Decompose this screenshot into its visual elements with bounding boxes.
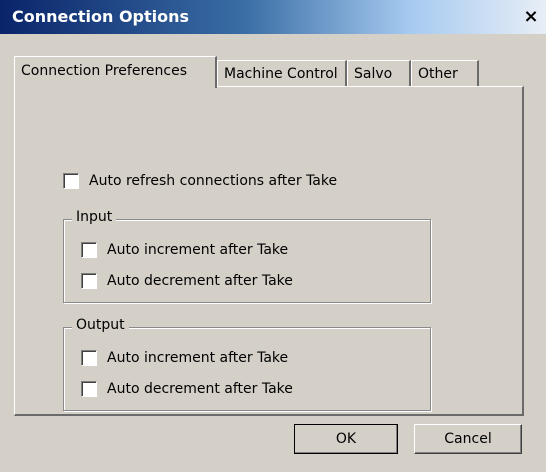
cancel-button[interactable]: Cancel (414, 424, 522, 454)
cancel-button-label: Cancel (444, 431, 492, 447)
tab-machine-control[interactable]: Machine Control (217, 60, 347, 86)
input-auto-increment-checkbox[interactable] (81, 242, 97, 258)
tab-label: Connection Preferences (21, 63, 188, 79)
input-auto-increment-label: Auto increment after Take (107, 242, 289, 258)
input-auto-decrement-checkbox[interactable] (81, 273, 97, 289)
tab-panel-connection-preferences: Auto refresh connections after Take Inpu… (14, 86, 524, 416)
tab-salvo[interactable]: Salvo (347, 60, 411, 86)
input-auto-decrement-label: Auto decrement after Take (107, 273, 293, 289)
output-group-legend: Output (72, 317, 129, 333)
tab-connection-preferences[interactable]: Connection Preferences (14, 56, 217, 88)
close-icon[interactable]: × (520, 6, 542, 28)
tab-label: Other (418, 66, 458, 82)
auto-refresh-checkbox[interactable] (63, 173, 79, 189)
input-group-legend: Input (72, 209, 117, 225)
auto-refresh-label: Auto refresh connections after Take (89, 173, 338, 189)
ok-button[interactable]: OK (294, 424, 398, 454)
output-auto-increment-option[interactable]: Auto increment after Take (81, 348, 288, 368)
tab-label: Machine Control (224, 66, 338, 82)
input-auto-increment-option[interactable]: Auto increment after Take (81, 240, 288, 260)
ok-button-label: OK (335, 431, 357, 447)
output-auto-increment-checkbox[interactable] (81, 350, 97, 366)
dialog-body: Connection Preferences Machine Control S… (0, 34, 546, 472)
auto-refresh-option[interactable]: Auto refresh connections after Take (63, 171, 337, 191)
input-group: Input Auto increment after Take Auto dec… (63, 209, 431, 303)
tab-other[interactable]: Other (411, 60, 479, 86)
output-auto-decrement-option[interactable]: Auto decrement after Take (81, 379, 293, 399)
output-auto-decrement-label: Auto decrement after Take (107, 381, 293, 397)
output-auto-increment-label: Auto increment after Take (107, 350, 289, 366)
output-group: Output Auto increment after Take Auto de… (63, 317, 431, 411)
title-bar[interactable]: Connection Options × (0, 0, 546, 34)
output-auto-decrement-checkbox[interactable] (81, 381, 97, 397)
tab-label: Salvo (354, 66, 393, 82)
input-auto-decrement-option[interactable]: Auto decrement after Take (81, 271, 293, 291)
window-title: Connection Options (12, 7, 190, 26)
